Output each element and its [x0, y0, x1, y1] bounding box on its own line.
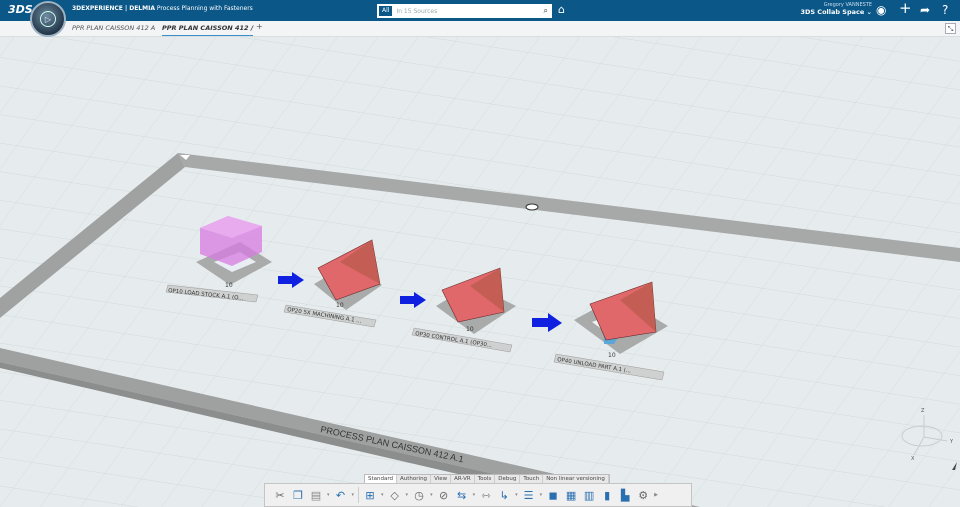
top-bar: 3DS 3DEXPERIENCE | DELMIA Process Planni…	[0, 0, 960, 21]
tab-view[interactable]: View	[431, 475, 452, 483]
3d-viewport[interactable]: PROCESS PLAN CAISSON 412 A.1 10 OP10 LOA…	[0, 37, 960, 507]
search-input[interactable]: In 15 Sources	[396, 8, 543, 15]
chevron-down-icon[interactable]: ▾	[327, 492, 330, 498]
search-bar[interactable]: All In 15 Sources ⌕	[377, 4, 552, 18]
profile-icon[interactable]: ◉	[876, 3, 886, 17]
collab-space-label: 3DS Collab Space	[800, 8, 865, 16]
tab-ppr-plan-1[interactable]: PPR PLAN CAISSON 412 A	[72, 24, 155, 32]
chevron-down-icon[interactable]: ▾	[430, 492, 433, 498]
collab-space-dropdown[interactable]: 3DS Collab Space ⌄	[790, 8, 872, 16]
frame-handle[interactable]	[525, 203, 539, 211]
add-icon[interactable]: +	[899, 1, 912, 16]
list-icon[interactable]: ☰	[522, 488, 536, 502]
settings-icon[interactable]: ⚙	[636, 488, 650, 502]
table-icon[interactable]: ▦	[564, 488, 578, 502]
tab-bar: PPR PLAN CAISSON 412 A PPR PLAN CAISSON …	[0, 21, 960, 37]
chevron-down-icon[interactable]: ▾	[352, 492, 355, 498]
share-icon[interactable]: ➦	[920, 3, 930, 17]
chevron-down-icon[interactable]: ▾	[381, 492, 384, 498]
tab-tools[interactable]: Tools	[475, 475, 496, 483]
app-name: Process Planning with Fasteners	[156, 5, 253, 12]
axis-x: X	[911, 456, 915, 462]
op-count: 10	[336, 302, 344, 309]
more-icon[interactable]: ▶	[654, 492, 658, 498]
tree-icon[interactable]: ⊞	[363, 488, 377, 502]
axis-z: Z	[921, 408, 925, 414]
bar-chart-icon[interactable]: ▮	[600, 488, 614, 502]
swap-icon[interactable]: ⇆	[455, 488, 469, 502]
separator	[358, 487, 360, 503]
3d-model-icon[interactable]: ◼	[546, 488, 560, 502]
chevron-down-icon[interactable]: ▾	[540, 492, 543, 498]
chevron-down-icon[interactable]: ▾	[406, 492, 409, 498]
disable-icon[interactable]: ⊘	[437, 488, 451, 502]
tab-authoring[interactable]: Authoring	[397, 475, 432, 483]
tab-ar-vr[interactable]: AR-VR	[451, 475, 475, 483]
user-menu[interactable]: Gregory VANNESTE 3DS Collab Space ⌄	[790, 2, 872, 16]
link-icon[interactable]: ⇿	[479, 488, 493, 502]
tab-debug[interactable]: Debug	[495, 475, 521, 483]
gantt-icon[interactable]: ▥	[582, 488, 596, 502]
grid	[0, 37, 960, 507]
add-tab-button[interactable]: +	[256, 22, 263, 31]
timer-icon[interactable]: ◷	[412, 488, 426, 502]
search-scope-dropdown[interactable]: All	[379, 6, 393, 16]
3ds-logo[interactable]: 3DS	[8, 3, 33, 16]
op-count: 10	[466, 326, 474, 333]
undo-icon[interactable]: ↶	[334, 488, 348, 502]
plane-icon[interactable]: ◇	[388, 488, 402, 502]
action-bar: ✂ ❐ ▤ ▾ ↶ ▾ ⊞ ▾ ◇ ▾ ◷ ▾ ⊘ ⇆ ▾ ⇿ ↳ ▾ ☰ ▾ ◼ ▦ ▥ ▮ …	[264, 483, 692, 507]
tab-ppr-plan-2[interactable]: PPR PLAN CAISSON 412 /	[162, 24, 254, 36]
paste-icon[interactable]: ▤	[309, 488, 323, 502]
copy-icon[interactable]: ❐	[291, 488, 305, 502]
op-count: 10	[608, 352, 616, 359]
tab-standard[interactable]: Standard	[365, 475, 398, 483]
compass-widget[interactable]: ▷	[30, 1, 66, 37]
balance-chart-icon[interactable]: ▙	[618, 488, 632, 502]
fullscreen-icon[interactable]: ⤡	[945, 23, 956, 34]
search-icon[interactable]: ⌕	[544, 6, 548, 16]
tab-touch[interactable]: Touch	[520, 475, 544, 483]
flow-icon[interactable]: ↳	[497, 488, 511, 502]
brand-label: 3DEXPERIENCE | DELMIA	[72, 5, 155, 12]
cut-icon[interactable]: ✂	[273, 488, 287, 502]
play-icon[interactable]: ▷	[40, 11, 56, 27]
tab-non-linear-versioning[interactable]: Non linear versioning	[543, 475, 609, 483]
op-count: 10	[225, 282, 233, 289]
chevron-down-icon[interactable]: ▾	[473, 492, 476, 498]
app-title: 3DEXPERIENCE | DELMIA Process Planning w…	[72, 5, 253, 12]
tag-icon[interactable]: ⌂	[558, 3, 565, 16]
chevron-down-icon[interactable]: ▾	[515, 492, 518, 498]
help-icon[interactable]: ?	[942, 3, 948, 17]
